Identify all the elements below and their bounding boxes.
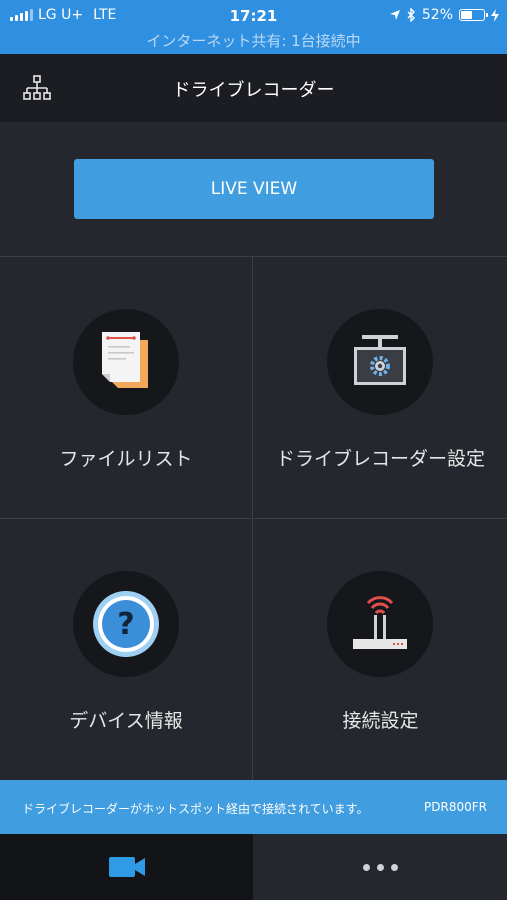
tile-label: 接続設定: [342, 710, 419, 732]
more-dots-icon: [363, 863, 398, 871]
tile-label: ドライブレコーダー設定: [275, 448, 485, 470]
wifi-router-icon: [353, 596, 407, 649]
battery-icon: [459, 9, 488, 21]
tile-connection-settings[interactable]: 接続設定: [254, 519, 507, 781]
recorder-settings-icon: [354, 335, 406, 385]
connection-message: ドライブレコーダーがホットスポット経由で接続されています。: [22, 802, 369, 816]
page-title: ドライブレコーダー: [172, 80, 335, 101]
location-arrow-icon: [389, 10, 400, 20]
video-camera-icon: [108, 857, 145, 877]
tile-device-info[interactable]: ? デバイス情報: [0, 519, 253, 781]
menu-grid: ファイルリスト ドライブレコーダー設定 ? デバイス情報 接続設定: [0, 256, 507, 781]
status-bar: LG U+ LTE 17:21 52% インターネット共有: 1台接続中: [0, 0, 507, 54]
tile-recorder-settings[interactable]: ドライブレコーダー設定: [254, 257, 507, 519]
battery-percent: 52%: [421, 7, 453, 23]
tile-label: デバイス情報: [69, 710, 183, 732]
tile-file-list[interactable]: ファイルリスト: [0, 257, 253, 519]
hotspot-status[interactable]: インターネット共有: 1台接続中: [0, 30, 507, 51]
charging-bolt-icon: [491, 8, 499, 22]
file-list-icon: [102, 332, 148, 388]
tab-bar: [0, 834, 507, 900]
connection-banner: ドライブレコーダーがホットスポット経由で接続されています。 PDR800FR: [0, 780, 507, 834]
live-view-button[interactable]: LIVE VIEW: [74, 159, 434, 219]
bluetooth-icon: [407, 8, 415, 22]
tab-camera[interactable]: [0, 834, 253, 900]
tab-more[interactable]: [254, 834, 507, 900]
nav-bar: ドライブレコーダー: [0, 54, 507, 122]
svg-text:?: ?: [117, 607, 134, 642]
tile-label: ファイルリスト: [59, 448, 193, 470]
device-model: PDR800FR: [424, 800, 487, 814]
live-view-label: LIVE VIEW: [210, 179, 298, 199]
help-question-icon: ?: [93, 591, 159, 657]
